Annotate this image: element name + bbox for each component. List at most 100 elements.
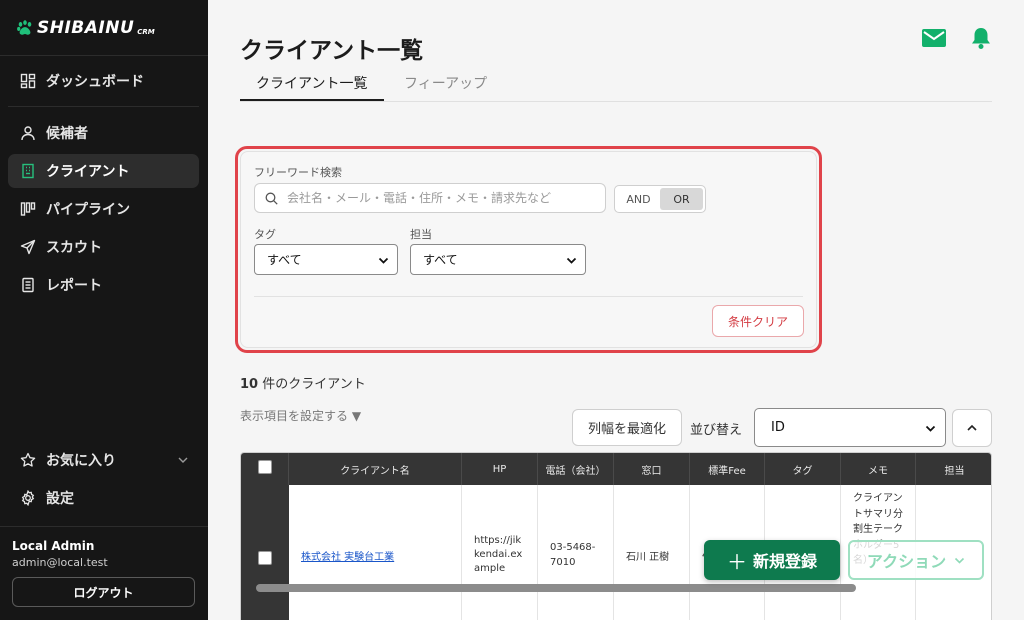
user-email: admin@local.test — [12, 556, 108, 569]
horizontal-scrollbar[interactable] — [256, 584, 856, 592]
sidebar-item-clients[interactable]: クライアント — [8, 154, 199, 188]
send-icon — [20, 239, 36, 255]
column-header[interactable]: HP — [462, 453, 538, 485]
search-box — [254, 183, 606, 213]
result-count-number: 10 — [240, 377, 259, 392]
table-cell-phone: 03-5468-7010 — [538, 485, 614, 620]
owner-select[interactable]: すべて — [410, 244, 586, 275]
and-or-toggle: AND OR — [614, 185, 706, 213]
chevron-down-icon — [925, 425, 936, 432]
nav-divider — [8, 106, 199, 107]
chevron-down-icon — [566, 257, 577, 264]
gear-icon — [20, 490, 36, 506]
column-header[interactable]: 標準Fee — [690, 453, 765, 485]
sidebar-item-settings[interactable]: 設定 — [8, 481, 199, 515]
search-label: フリーワード検索 — [254, 166, 342, 179]
user-name: Local Admin — [12, 539, 95, 553]
client-table: クライアント名 HP 電話（会社） 窓口 標準Fee タグ メモ 担当 株式会社… — [240, 452, 992, 620]
sidebar-item-label: クライアント — [46, 164, 130, 180]
bell-icon[interactable] — [970, 26, 992, 50]
sidebar-item-favorites[interactable]: お気に入り — [8, 443, 199, 477]
tab-active-indicator — [240, 99, 384, 101]
report-icon — [20, 277, 36, 293]
user-block: Local Admin admin@local.test ログアウト — [0, 526, 208, 620]
chevron-down-icon — [178, 457, 188, 463]
sidebar-item-label: レポート — [46, 278, 102, 294]
brand-name: SHIBAINU — [37, 17, 135, 38]
sidebar-item-scout[interactable]: スカウト — [8, 230, 199, 264]
tag-select[interactable]: すべて — [254, 244, 398, 275]
sidebar-item-label: 候補者 — [46, 126, 88, 142]
tag-select-value: すべて — [267, 253, 302, 267]
sort-label: 並び替え — [690, 423, 743, 438]
column-header[interactable]: 電話（会社） — [538, 453, 614, 485]
sidebar-item-dashboard[interactable]: ダッシュボード — [8, 64, 199, 98]
paw-icon — [16, 19, 34, 37]
action-label: アクション — [866, 552, 947, 571]
client-name-link[interactable]: 株式会社 実験台工業 — [301, 548, 394, 563]
chevron-up-icon — [967, 424, 977, 431]
or-button[interactable]: OR — [660, 188, 703, 210]
search-input[interactable] — [287, 184, 597, 212]
select-all-checkbox[interactable] — [258, 460, 272, 474]
chevron-down-icon — [955, 557, 965, 564]
panel-divider — [254, 296, 803, 297]
column-header[interactable]: 担当 — [916, 453, 991, 485]
table-cell-hp: https://jikkendai.example — [462, 485, 538, 620]
nav-bottom: お気に入り 設定 — [8, 443, 199, 519]
pipeline-icon — [20, 201, 36, 217]
search-icon — [265, 192, 278, 205]
nav-top: ダッシュボード — [8, 64, 199, 102]
tab-fee-up[interactable]: フィーアップ — [404, 73, 487, 93]
building-icon — [20, 163, 36, 179]
column-header[interactable]: メモ — [841, 453, 916, 485]
column-header[interactable]: 窓口 — [614, 453, 690, 485]
plus-icon: ＋ — [726, 549, 747, 574]
logo[interactable]: SHIBAINU CRM — [0, 0, 208, 56]
sidebar: SHIBAINU CRM ダッシュボード 候補者 クライアント パイプライン ス… — [0, 0, 208, 620]
row-select-cell — [241, 485, 289, 620]
owner-select-value: すべて — [423, 253, 458, 267]
result-count: 10 件のクライアント — [240, 373, 366, 392]
header-select-cell — [241, 453, 289, 485]
clear-filters-button[interactable]: 条件クリア — [712, 305, 804, 337]
person-icon — [20, 125, 36, 141]
page-title: クライアント一覧 — [240, 38, 424, 64]
star-icon — [20, 452, 36, 468]
column-header[interactable]: タグ — [765, 453, 841, 485]
sidebar-item-label: ダッシュボード — [46, 74, 144, 90]
action-menu-button[interactable]: アクション — [848, 540, 984, 580]
dashboard-icon — [20, 73, 36, 89]
new-client-button[interactable]: ＋ 新規登録 — [704, 540, 840, 580]
nav-main: 候補者 クライアント パイプライン スカウト レポート — [8, 116, 199, 306]
column-config-toggle[interactable]: 表示項目を設定する ▼ — [240, 407, 361, 424]
fit-columns-button[interactable]: 列幅を最適化 — [572, 409, 682, 446]
chevron-down-icon — [378, 257, 389, 264]
sort-direction-button[interactable] — [952, 409, 992, 447]
tag-label: タグ — [254, 228, 276, 241]
main-content: クライアント一覧 クライアント一覧 フィーアップ フリーワード検索 AND OR… — [208, 0, 1024, 620]
sort-select[interactable]: ID — [754, 408, 946, 447]
mail-icon[interactable] — [922, 29, 946, 47]
sort-select-value: ID — [771, 420, 785, 435]
sidebar-item-label: お気に入り — [46, 453, 116, 469]
owner-label: 担当 — [410, 228, 432, 241]
sidebar-item-label: 設定 — [46, 491, 74, 507]
logout-button[interactable]: ログアウト — [12, 577, 195, 607]
and-button[interactable]: AND — [617, 188, 660, 210]
sidebar-item-label: スカウト — [46, 240, 102, 256]
row-checkbox[interactable] — [258, 551, 272, 565]
sidebar-item-label: パイプライン — [46, 202, 130, 218]
table-cell-contact: 石川 正樹 — [614, 485, 690, 620]
new-client-label: 新規登録 — [752, 552, 817, 571]
result-count-suffix: 件のクライアント — [262, 377, 366, 392]
sidebar-item-pipeline[interactable]: パイプライン — [8, 192, 199, 226]
sidebar-item-report[interactable]: レポート — [8, 268, 199, 302]
brand-sub: CRM — [137, 27, 155, 36]
table-header: クライアント名 HP 電話（会社） 窓口 標準Fee タグ メモ 担当 — [241, 453, 991, 485]
column-header[interactable]: クライアント名 — [289, 453, 462, 485]
tabs: クライアント一覧 フィーアップ — [240, 66, 992, 102]
table-cell-name: 株式会社 実験台工業 — [289, 485, 462, 620]
tab-client-list[interactable]: クライアント一覧 — [256, 73, 367, 93]
sidebar-item-candidates[interactable]: 候補者 — [8, 116, 199, 150]
